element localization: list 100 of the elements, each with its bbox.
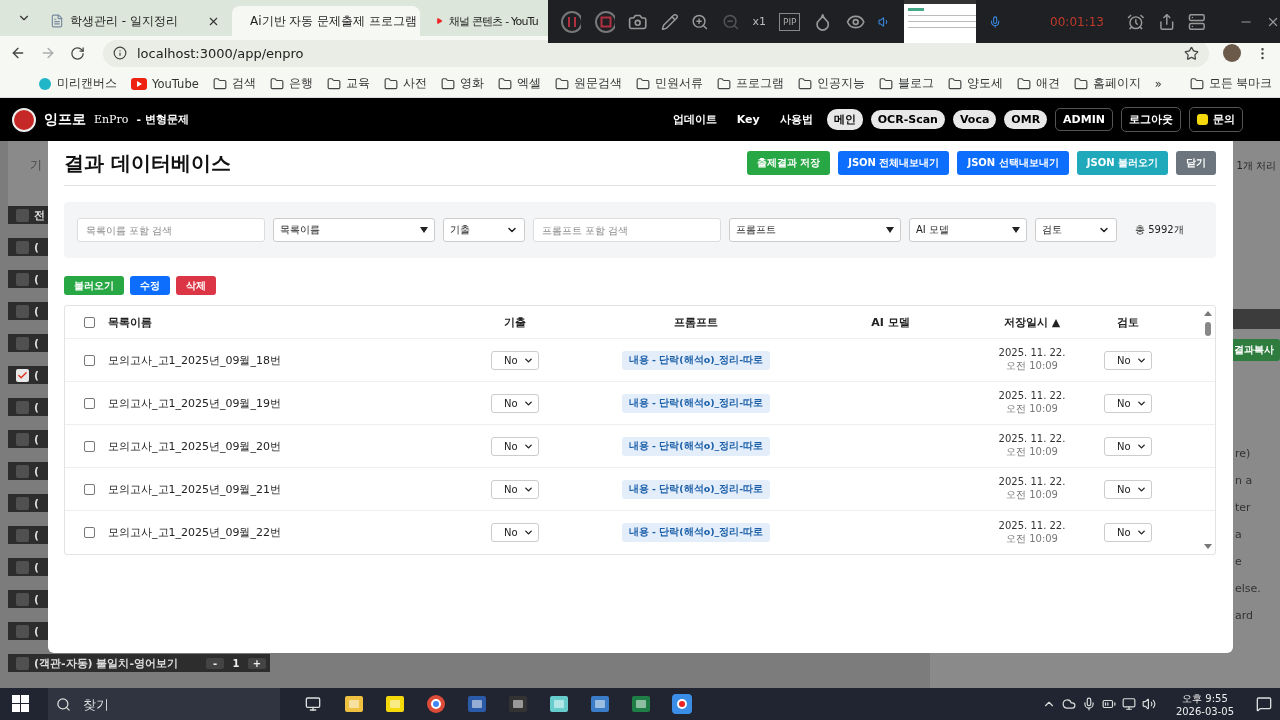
pip-button[interactable]: PIP <box>778 12 801 31</box>
column-header[interactable]: 검토 <box>1117 314 1139 330</box>
cloud-icon[interactable] <box>1061 697 1076 711</box>
nav-button[interactable]: ADMIN <box>1055 108 1113 131</box>
bookmark[interactable]: 엑셀 <box>497 76 541 91</box>
column-header[interactable]: AI 모델 <box>871 314 910 330</box>
stop-icon[interactable] <box>594 9 616 34</box>
browser-icon[interactable] <box>425 694 446 714</box>
dropdown[interactable]: No <box>491 393 539 413</box>
dropdown[interactable]: 목록이름 <box>273 218 435 242</box>
checkbox[interactable] <box>16 240 29 254</box>
column-header[interactable]: 기출 <box>504 314 526 330</box>
bookmark[interactable]: 홈페이지 <box>1073 76 1141 91</box>
address-bar[interactable]: localhost:3000/app/enpro <box>103 39 1209 67</box>
bookmark[interactable]: 애견 <box>1016 76 1060 91</box>
more-bookmarks[interactable]: » <box>1154 76 1162 91</box>
checkbox[interactable] <box>16 208 29 222</box>
info-icon[interactable] <box>113 46 127 60</box>
checkbox[interactable] <box>16 368 29 382</box>
dropdown[interactable]: No <box>1104 479 1152 499</box>
checkbox[interactable] <box>16 336 29 350</box>
taskbar-search[interactable]: 찾기 <box>81 695 231 713</box>
nav-button[interactable]: Voca <box>952 110 997 129</box>
bookmark[interactable]: 원문검색 <box>554 76 622 91</box>
notifications-icon[interactable] <box>1256 696 1272 712</box>
bookmark[interactable]: 사전 <box>383 76 427 91</box>
browser-tab[interactable]: 채널 콘텐츠 - YouTu <box>424 6 546 36</box>
toolbar-button[interactable]: JSON 선택내보내기 <box>957 151 1069 175</box>
microphone-icon[interactable] <box>988 14 1002 29</box>
search-field[interactable]: 목록이름 포함 검색 <box>77 218 265 242</box>
column-header[interactable]: 목록이름 <box>108 314 152 330</box>
dropdown[interactable]: AI 모델 <box>909 218 1027 242</box>
nav-link[interactable]: Key <box>730 113 766 126</box>
checkbox[interactable] <box>16 304 29 318</box>
action-button[interactable]: 수정 <box>130 276 170 295</box>
checkbox[interactable] <box>84 440 95 452</box>
dropdown[interactable]: 기출 <box>443 218 525 242</box>
bookmark[interactable]: 미리캔버스 <box>38 76 117 91</box>
microphone-icon[interactable] <box>1081 697 1096 711</box>
volume-icon[interactable] <box>1141 697 1156 711</box>
search-box[interactable]: 찾기 <box>48 688 280 720</box>
sidebar-item[interactable]: (객관-자동) 불일치-영어보기 - 1 + <box>8 654 270 672</box>
checkbox[interactable] <box>16 560 29 574</box>
pencil-icon[interactable] <box>660 11 679 32</box>
checkbox[interactable] <box>84 316 95 328</box>
column-header[interactable]: 프롬프트 <box>674 314 718 330</box>
bookmark[interactable]: 영화 <box>440 76 484 91</box>
toolbar-button[interactable]: 닫기 <box>1176 151 1216 175</box>
nav-link[interactable]: 업데이트 <box>666 112 723 127</box>
checkbox[interactable] <box>16 496 29 510</box>
nav-button[interactable]: OMR <box>1004 110 1048 129</box>
checkbox[interactable] <box>16 592 29 606</box>
nav-button[interactable]: 메인 <box>826 109 863 130</box>
search-field[interactable]: 프롬프트 포함 검색 <box>533 218 721 242</box>
checkbox[interactable] <box>16 624 29 638</box>
bookmark[interactable]: YouTube <box>131 76 199 91</box>
checkbox[interactable] <box>16 432 29 446</box>
checkbox[interactable] <box>16 464 29 478</box>
profile-avatar[interactable] <box>1223 44 1241 62</box>
reload-icon[interactable] <box>70 45 85 61</box>
bookmark[interactable]: 민원서류 <box>635 76 703 91</box>
checkbox[interactable] <box>84 483 95 495</box>
column-header[interactable]: 저장일시 ▲ <box>1003 314 1061 330</box>
bookmark[interactable]: 프로그램 <box>716 76 784 91</box>
decrement-button[interactable]: - <box>206 657 224 669</box>
browser-tab[interactable]: 학생관리 - 일지정리 <box>38 6 228 36</box>
bookmark[interactable]: 은행 <box>269 76 313 91</box>
dropdown[interactable]: No <box>491 350 539 370</box>
checkbox[interactable] <box>16 400 29 414</box>
browser-tab[interactable]: Ai기반 자동 문제출제 프로그램 <box>232 6 420 36</box>
dropdown[interactable]: No <box>1104 393 1152 413</box>
checkbox[interactable] <box>84 527 95 538</box>
dropdown[interactable]: No <box>1104 350 1152 370</box>
toolbar-button[interactable]: JSON 전체내보내기 <box>838 151 950 175</box>
battery-icon[interactable] <box>1101 697 1116 711</box>
share-icon[interactable] <box>1157 11 1176 32</box>
dropdown[interactable]: No <box>491 479 539 499</box>
checkbox[interactable] <box>16 272 29 286</box>
nav-button[interactable]: 로그아웃 <box>1121 107 1181 132</box>
app-icon[interactable] <box>589 695 610 713</box>
record-icon[interactable] <box>671 694 692 714</box>
checkbox[interactable] <box>84 354 95 366</box>
app-icon[interactable] <box>548 695 569 713</box>
pause-icon[interactable] <box>560 9 582 34</box>
bookmark[interactable]: 검색 <box>212 76 256 91</box>
nav-link[interactable]: 사용법 <box>773 112 819 127</box>
checkbox[interactable] <box>16 528 29 542</box>
action-button[interactable]: 삭제 <box>176 276 216 295</box>
bookmark[interactable]: 블로그 <box>878 76 934 91</box>
contact-button[interactable]: 문의 <box>1189 107 1243 132</box>
bookmark[interactable]: 모든 북마크 <box>1189 76 1273 91</box>
dropdown[interactable]: 검토 <box>1035 218 1117 242</box>
bookmark-star-icon[interactable] <box>1184 45 1199 61</box>
bookmark[interactable]: 인공지능 <box>797 76 865 91</box>
increment-button[interactable]: + <box>248 657 266 669</box>
bookmark[interactable]: 교육 <box>326 76 370 91</box>
nav-button[interactable]: OCR-Scan <box>870 110 945 129</box>
checkbox[interactable] <box>84 397 95 409</box>
dropdown[interactable]: No <box>1104 523 1152 542</box>
dropdown[interactable]: No <box>491 523 539 542</box>
